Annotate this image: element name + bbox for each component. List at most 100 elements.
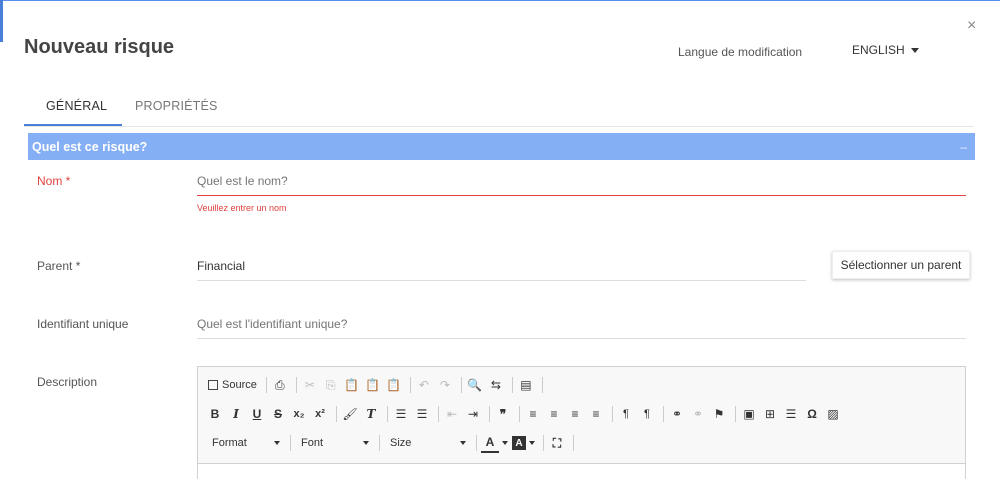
chevron-down-icon: [363, 441, 369, 445]
language-label: Langue de modification: [678, 45, 803, 59]
italic-icon[interactable]: I: [227, 404, 245, 424]
copy-format-icon[interactable]: 🖌: [341, 404, 359, 424]
indent-icon[interactable]: ⇥: [464, 404, 482, 424]
undo-icon[interactable]: ↶: [415, 375, 433, 395]
font-select[interactable]: Font: [295, 433, 375, 453]
align-center-icon[interactable]: ≡: [545, 404, 563, 424]
find-icon[interactable]: 🔍: [466, 375, 484, 395]
image-icon[interactable]: ▨: [824, 404, 842, 424]
toolbar-separator: [290, 435, 291, 451]
replace-icon[interactable]: ⇆: [487, 375, 505, 395]
toolbar-separator: [489, 406, 490, 422]
superscript-icon[interactable]: x²: [311, 404, 329, 424]
chevron-down-icon: [460, 441, 466, 445]
uid-underline: [197, 338, 966, 339]
toolbar-separator: [519, 406, 520, 422]
outdent-icon[interactable]: ⇤: [443, 404, 461, 424]
cut-icon[interactable]: ✂: [301, 375, 319, 395]
link-icon[interactable]: ⚭: [668, 404, 686, 424]
paste-word-icon[interactable]: 📋: [385, 375, 403, 395]
chevron-down-icon: [274, 441, 280, 445]
uid-label: Identifiant unique: [37, 317, 129, 331]
toolbar-separator: [460, 377, 462, 393]
chevron-down-icon: [529, 441, 535, 445]
spellcheck-icon[interactable]: ▤: [517, 375, 535, 395]
source-label: Source: [222, 379, 257, 391]
ltr-icon[interactable]: ¶: [617, 404, 635, 424]
editor-toolbar-row-2: B I U S x₂ x² 🖌 T ☰ ☰ ⇤ ⇥ ❞ ≡ ≡ ≡ ≡ ¶ ¶ …: [206, 402, 845, 426]
tab-general-label: GÉNÉRAL: [46, 99, 108, 113]
size-select[interactable]: Size: [384, 433, 472, 453]
paste-text-icon[interactable]: 📋: [364, 375, 382, 395]
format-select[interactable]: Format: [206, 433, 286, 453]
toolbar-separator: [387, 406, 388, 422]
anchor-icon[interactable]: ⚑: [710, 404, 728, 424]
remove-format-icon[interactable]: T: [362, 404, 380, 424]
select-parent-button[interactable]: Sélectionner un parent: [832, 251, 970, 279]
bulleted-list-icon[interactable]: ☰: [413, 404, 431, 424]
numbered-list-icon[interactable]: ☰: [392, 404, 410, 424]
description-label: Description: [37, 375, 98, 389]
redo-icon[interactable]: ↷: [436, 375, 454, 395]
align-right-icon[interactable]: ≡: [566, 404, 584, 424]
flash-icon[interactable]: ▣: [740, 404, 758, 424]
tab-properties[interactable]: PROPRIÉTÉS: [135, 99, 218, 113]
toolbar-separator: [573, 435, 574, 451]
special-char-icon[interactable]: Ω: [803, 404, 821, 424]
top-border: [0, 0, 1000, 1]
toolbar-separator: [295, 377, 297, 393]
source-button[interactable]: Source: [206, 375, 259, 395]
paste-icon[interactable]: 📋: [343, 375, 361, 395]
unlink-icon[interactable]: ⚭: [689, 404, 707, 424]
toolbar-separator: [409, 377, 411, 393]
tab-bar: GÉNÉRAL PROPRIÉTÉS: [24, 90, 974, 127]
chevron-down-icon: [910, 47, 919, 53]
name-input[interactable]: [197, 172, 957, 190]
tab-general[interactable]: GÉNÉRAL: [38, 99, 120, 113]
font-label: Font: [301, 437, 324, 449]
name-label: Nom *: [37, 174, 71, 188]
toolbar-separator: [336, 406, 337, 422]
name-error-message: Veuillez entrer un nom: [197, 203, 287, 213]
toolbar-separator: [543, 435, 544, 451]
toolbar-separator: [379, 435, 380, 451]
underline-icon[interactable]: U: [248, 404, 266, 424]
horizontal-line-icon[interactable]: ☰: [782, 404, 800, 424]
section-title: Quel est ce risque?: [32, 139, 148, 154]
toolbar-separator: [735, 406, 736, 422]
close-button[interactable]: ×: [967, 18, 976, 34]
language-value: ENGLISH: [852, 43, 905, 57]
section-header[interactable]: Quel est ce risque? –: [28, 133, 975, 160]
bold-icon[interactable]: B: [206, 404, 224, 424]
format-label: Format: [212, 437, 247, 449]
language-select[interactable]: ENGLISH: [852, 43, 919, 57]
parent-value[interactable]: Financial: [197, 259, 245, 273]
toolbar-separator: [663, 406, 664, 422]
toolbar-separator: [612, 406, 613, 422]
blockquote-icon[interactable]: ❞: [494, 404, 512, 424]
active-tab-indicator: [24, 124, 122, 126]
collapse-icon[interactable]: –: [960, 140, 967, 154]
justify-icon[interactable]: ≡: [587, 404, 605, 424]
name-input-underline: [197, 195, 966, 196]
rtl-icon[interactable]: ¶: [638, 404, 656, 424]
align-left-icon[interactable]: ≡: [524, 404, 542, 424]
editor-toolbar-row-3: Format Font Size A A ⛶: [206, 431, 578, 455]
maximize-icon[interactable]: ⛶: [548, 433, 566, 453]
rich-text-editor: Source ⎙ ✂ ⎘ 📋 📋 📋 ↶ ↷ 🔍 ⇆ ▤ B I U S x₂ …: [197, 366, 966, 479]
toolbar-separator: [265, 377, 267, 393]
bg-color-icon[interactable]: A: [512, 436, 526, 450]
subscript-icon[interactable]: x₂: [290, 404, 308, 424]
uid-input[interactable]: [197, 315, 957, 333]
text-color-icon[interactable]: A: [481, 433, 499, 453]
toolbar-separator: [438, 406, 439, 422]
page-title: Nouveau risque: [24, 36, 175, 58]
strike-icon[interactable]: S: [269, 404, 287, 424]
size-label: Size: [390, 437, 412, 449]
editor-content-area[interactable]: [198, 463, 965, 479]
table-icon[interactable]: ⊞: [761, 404, 779, 424]
print-icon[interactable]: ⎙: [271, 375, 289, 395]
copy-icon[interactable]: ⎘: [322, 375, 340, 395]
chevron-down-icon: [502, 441, 508, 445]
tab-properties-label: PROPRIÉTÉS: [135, 99, 218, 113]
